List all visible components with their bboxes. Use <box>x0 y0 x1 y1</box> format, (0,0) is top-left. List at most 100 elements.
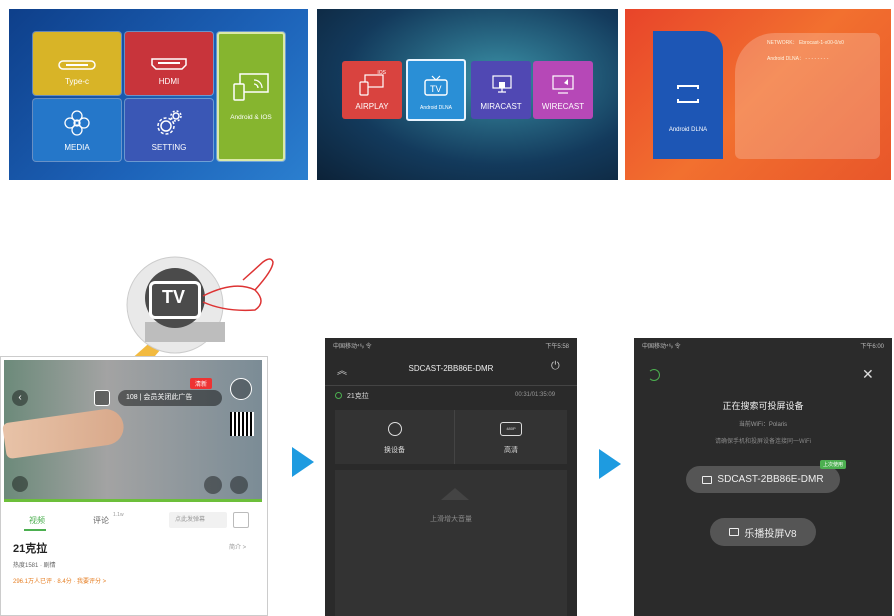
airplay-tile[interactable]: IOS AIRPLAY <box>342 61 402 119</box>
status-bar: 中国移动⁴⁶ᵢₗ 令 下午5:58 <box>325 338 577 351</box>
hd-badge: 480P <box>500 422 522 436</box>
compass-icon[interactable] <box>230 378 252 400</box>
lock-icon[interactable] <box>204 476 222 494</box>
brief-link[interactable]: 简介 > <box>229 542 246 551</box>
screen-cast-icon <box>233 73 269 101</box>
media-label: MEDIA <box>64 143 90 152</box>
arrow-right-icon <box>292 447 314 477</box>
media-tile[interactable]: MEDIA <box>33 99 121 161</box>
playing-indicator-icon <box>335 392 342 399</box>
back-arrow-icon[interactable]: ‹ <box>12 390 28 406</box>
airplay-icon <box>359 74 384 96</box>
searching-title: 正在搜索可投屏设备 <box>722 401 804 411</box>
hdmi-icon <box>151 58 187 70</box>
hand-image <box>2 406 126 460</box>
volume-pad[interactable]: 上滑增大音量 <box>335 470 567 616</box>
setting-label: SETTING <box>151 143 187 152</box>
flower-icon <box>64 110 90 136</box>
device-label: SDCAST-2BB86E-DMR <box>717 474 824 485</box>
hd-label: 高清 <box>504 447 518 454</box>
cast-mode-screen: IOS AIRPLAY TV Android DLNA MIRACAST WIR… <box>317 9 618 180</box>
tag-badge: 清新 <box>190 378 213 389</box>
cast-screen-icon <box>552 75 574 94</box>
heat-info: 热度1581 · 剧情 <box>13 563 56 569</box>
hd-button[interactable]: 480P 高清 <box>455 410 567 464</box>
tv-icon: TV <box>424 75 448 96</box>
power-icon[interactable]: ⏻ <box>551 360 560 373</box>
wifi-info: 当前WiFi：Polaris <box>738 422 788 428</box>
wifi-tip: 请确保手机和投屏设备连接同一WiFi <box>715 439 811 445</box>
dlna-card-label: Android DLNA <box>668 127 708 133</box>
tab-video[interactable]: 视频 <box>29 515 45 526</box>
device-search-screen: 中国移动⁴⁶ᵢₗ 令 下午6:00 ✕ 正在搜索可投屏设备 当前WiFi：Pol… <box>634 338 892 616</box>
hdmi-tile[interactable]: HDMI <box>125 32 213 95</box>
carrier-text: 中国移动⁴⁶ᵢₗ 令 <box>333 344 372 350</box>
usb-c-icon <box>58 60 96 70</box>
dlna-card: Android DLNA <box>653 31 723 159</box>
danmaku-input[interactable]: 点此发弹幕 <box>169 512 227 528</box>
arrow-right-icon <box>599 449 621 479</box>
monitor-icon <box>702 475 713 484</box>
dlna-info: Android DLNA： - - - - - - - - <box>767 56 829 62</box>
android-ios-label: Android & IOS <box>230 114 272 121</box>
device-label: 乐播投屏V8 <box>744 528 797 540</box>
typec-label: Type-c <box>64 77 89 86</box>
setting-tile[interactable]: SETTING <box>125 99 213 161</box>
info-card <box>735 33 880 159</box>
volume-hint: 上滑增大音量 <box>430 516 472 523</box>
comment-tabs: 视频 评论 1.1w 点此发弹幕 <box>1 509 267 533</box>
close-icon[interactable]: ✕ <box>862 366 874 383</box>
carrier-text: 中国移动⁴⁶ᵢₗ 令 <box>642 344 681 350</box>
airplay-label: AIRPLAY <box>355 102 389 111</box>
refresh-icon[interactable] <box>648 369 660 381</box>
wirecast-label: WIRECAST <box>541 102 585 111</box>
tab-underline <box>24 529 46 531</box>
switch-device-button[interactable]: 换设备 <box>335 410 455 464</box>
tv-cast-button-icon: TV <box>149 281 201 319</box>
dlna-screen: Android DLNA NETWORK： Ebrocast-1-x00-0/x… <box>625 9 891 180</box>
network-info: NETWORK： Ebrocast-1-x00-0/x0 <box>767 40 844 46</box>
video-app-screen: ‹ 108 | 会员关闭此广告 清新 视频 评论 1.1w 点此发弹幕 21克拉… <box>0 356 268 616</box>
last-used-badge: 上次使用 <box>820 460 847 469</box>
dlna-label: Android DLNA <box>420 105 452 111</box>
hdmi-label: HDMI <box>158 77 180 86</box>
device-item-sdcast[interactable]: SDCAST-2BB86E-DMR <box>686 466 840 493</box>
ios-badge: IOS <box>377 70 386 76</box>
divider <box>325 385 577 386</box>
qr-code-icon <box>230 412 254 436</box>
android-ios-tile[interactable]: Android & IOS <box>217 32 285 161</box>
status-bar: 中国移动⁴⁶ᵢₗ 令 下午6:00 <box>634 338 892 351</box>
tv-cast-icon[interactable] <box>94 390 110 406</box>
chevron-up-icon <box>441 488 469 500</box>
play-time: 00:31/01:35:09 <box>515 392 556 398</box>
fullscreen-icon[interactable] <box>230 476 248 494</box>
ad-close-bar[interactable]: 108 | 会员关闭此广告 <box>118 390 222 406</box>
comment-count: 1.1w <box>113 512 124 518</box>
danmaku-icon[interactable] <box>233 512 249 528</box>
monitor-icon <box>492 75 512 93</box>
miracast-label: MIRACAST <box>480 102 522 111</box>
clock-text: 下午6:00 <box>860 344 884 350</box>
gear-icon <box>157 110 182 135</box>
device-item-lebo[interactable]: 乐播投屏V8 <box>710 518 816 546</box>
cast-control-screen: 中国移动⁴⁶ᵢₗ 令 下午5:58 ︽ SDCAST-2BB86E-DMR ⏻ … <box>325 338 577 616</box>
tab-comment[interactable]: 评论 <box>93 515 109 526</box>
device-name: SDCAST-2BB86E-DMR <box>408 364 494 373</box>
rating-info[interactable]: 296.1万人已评 · 8.4分 · 我要评分 > <box>13 576 106 585</box>
switch-label: 换设备 <box>384 447 405 454</box>
switch-icon <box>388 422 402 436</box>
typec-tile[interactable]: Type-c <box>33 32 121 95</box>
android-dlna-tile[interactable]: TV Android DLNA <box>406 59 466 121</box>
miracast-tile[interactable]: MIRACAST <box>471 61 531 119</box>
tv-cast-label: TV <box>162 287 186 307</box>
video-title: 21克拉 <box>13 543 48 555</box>
cast-frame-icon <box>677 85 699 103</box>
playing-title: 21克拉 <box>347 393 369 400</box>
monitor-icon <box>729 528 740 536</box>
video-player[interactable]: ‹ 108 | 会员关闭此广告 清新 <box>2 360 262 502</box>
volume-icon[interactable] <box>12 476 28 492</box>
wirecast-tile[interactable]: WIRECAST <box>533 61 593 119</box>
clock-text: 下午5:58 <box>545 344 569 350</box>
launcher-screen: Type-c HDMI MEDIA SETTING Android & IOS <box>9 9 308 180</box>
svg-text:TV: TV <box>430 84 442 94</box>
